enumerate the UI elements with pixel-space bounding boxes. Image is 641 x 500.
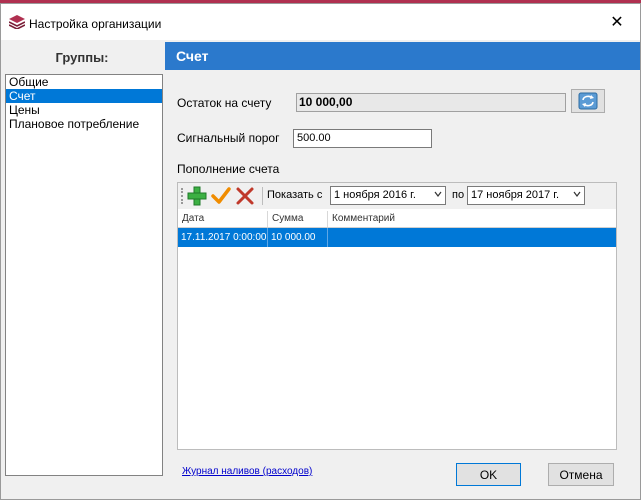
group-item-planned-consumption[interactable]: Плановое потребление: [6, 117, 162, 131]
group-item-account[interactable]: Счет: [6, 89, 162, 103]
confirm-button[interactable]: [211, 186, 231, 206]
add-button[interactable]: [187, 186, 207, 206]
groups-header: Группы:: [3, 42, 161, 72]
toolbar-grip[interactable]: [181, 188, 185, 204]
group-item-prices[interactable]: Цены: [6, 103, 162, 117]
topup-grid-panel: Показать с 1 ноября 2016 г. по 17 ноября…: [177, 182, 617, 450]
chevron-down-icon: [573, 191, 581, 197]
refresh-button[interactable]: [571, 89, 605, 113]
ok-button[interactable]: OK: [456, 463, 521, 486]
column-header-comment[interactable]: Комментарий: [328, 211, 616, 227]
title-bar[interactable]: Настройка организации ✕: [1, 4, 640, 40]
column-header-date[interactable]: Дата: [178, 211, 268, 227]
date-from-value: 1 ноября 2016 г.: [334, 189, 416, 201]
cell-comment: [328, 228, 616, 247]
groups-list[interactable]: Общие Счет Цены Плановое потребление: [5, 74, 163, 476]
threshold-input[interactable]: 500.00: [293, 129, 432, 148]
app-layers-icon: [9, 15, 25, 29]
table-row[interactable]: 17.11.2017 0:00:00 10 000.00: [178, 228, 616, 247]
settings-dialog: Настройка организации ✕ Группы: Общие Сч…: [0, 3, 641, 500]
cancel-button[interactable]: Отмена: [548, 463, 614, 486]
plus-icon: [187, 186, 207, 206]
groups-panel: Группы: Общие Счет Цены Плановое потребл…: [3, 42, 163, 494]
date-to-select[interactable]: 17 ноября 2017 г.: [467, 186, 585, 205]
section-title: Счет: [165, 42, 640, 70]
close-button[interactable]: ✕: [594, 4, 640, 40]
topup-toolbar: Показать с 1 ноября 2016 г. по 17 ноября…: [178, 183, 616, 209]
cell-amount: 10 000.00: [268, 228, 328, 247]
balance-field: 10 000,00: [296, 93, 566, 112]
cell-date: 17.11.2017 0:00:00: [178, 228, 268, 247]
checkmark-icon: [211, 187, 231, 204]
refresh-icon: [578, 92, 598, 110]
show-from-label: Показать с: [267, 189, 323, 201]
date-to-value: 17 ноября 2017 г.: [471, 189, 559, 201]
group-item-general[interactable]: Общие: [6, 75, 162, 89]
balance-label: Остаток на счету: [177, 96, 272, 110]
column-header-amount[interactable]: Сумма: [268, 211, 328, 227]
toolbar-separator: [262, 187, 263, 205]
grid-header: Дата Сумма Комментарий: [178, 211, 616, 228]
journal-link[interactable]: Журнал наливов (расходов): [182, 466, 312, 477]
content-panel: Счет Остаток на счету 10 000,00 Сигнальн…: [165, 42, 640, 499]
chevron-down-icon: [434, 191, 442, 197]
close-icon: ✕: [610, 14, 624, 31]
topup-label: Пополнение счета: [177, 162, 280, 176]
cross-icon: [236, 187, 254, 205]
delete-button[interactable]: [235, 186, 255, 206]
threshold-label: Сигнальный порог: [177, 131, 280, 145]
to-label: по: [452, 189, 465, 201]
date-from-select[interactable]: 1 ноября 2016 г.: [330, 186, 446, 205]
window-title: Настройка организации: [29, 17, 162, 31]
